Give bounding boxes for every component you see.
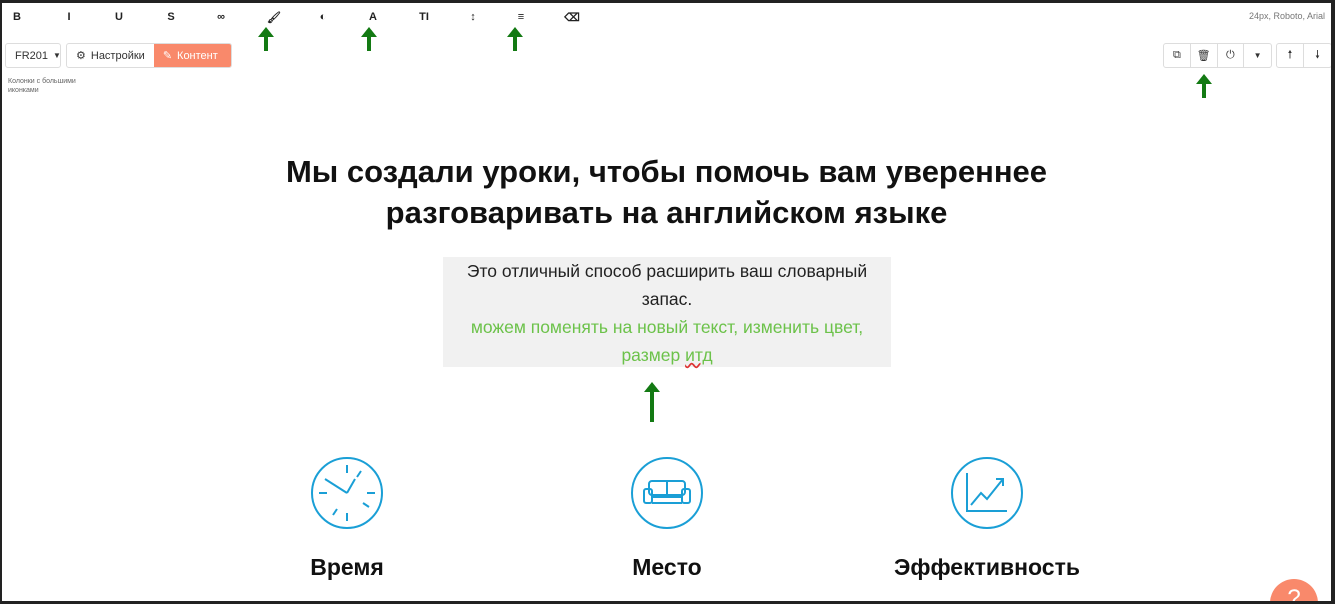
editable-text-block[interactable]: Это отличный способ расширить ваш словар…	[443, 257, 891, 367]
font-color-button[interactable]: A	[363, 11, 383, 23]
green-text-line: можем поменять на новый текст, изменить …	[470, 317, 864, 337]
link-icon: ∞	[217, 11, 225, 23]
caret-down-icon: ▼	[53, 51, 61, 60]
font-color-icon: A	[369, 11, 377, 23]
arrow-up-icon: 🠕	[1287, 49, 1293, 61]
feature-title: Эффективность	[894, 554, 1080, 580]
settings-button[interactable]: ⚙ Настройки	[67, 44, 154, 67]
move-down-button[interactable]: 🠗	[1304, 44, 1331, 67]
italic-button[interactable]: I	[59, 11, 79, 23]
annotation-arrow-icon	[1196, 74, 1212, 98]
annotation-arrow-icon	[258, 27, 274, 51]
contrast-icon: ◐	[319, 11, 327, 23]
strikethrough-button[interactable]: S	[161, 11, 181, 23]
toggle-button[interactable]: ⏻	[1218, 44, 1245, 67]
green-text-line: размер итд	[621, 345, 713, 365]
align-button[interactable]: ≡	[511, 11, 531, 23]
page-heading: Мы создали уроки, чтобы помочь вам увере…	[285, 154, 1048, 230]
strikethrough-icon: S	[167, 11, 175, 23]
more-button[interactable]: ▼	[1244, 44, 1271, 67]
brush-button[interactable]: 🖌	[264, 11, 284, 24]
text-line: запас.	[641, 289, 693, 309]
chart-icon	[951, 457, 1023, 529]
clock-icon	[311, 457, 383, 529]
pencil-icon: ✎	[162, 50, 173, 62]
annotation-arrow-icon	[507, 27, 523, 51]
font-info: 24px, Roboto, Arial	[1248, 11, 1325, 21]
feature-column: Время	[197, 455, 497, 581]
question-icon: ?	[1287, 585, 1301, 601]
text-line: Это отличный способ расширить ваш словар…	[466, 261, 868, 281]
eraser-icon: ⌫	[564, 12, 580, 24]
bold-button[interactable]: B	[7, 11, 27, 23]
feature-title: Время	[310, 554, 384, 580]
font-size-button[interactable]: TI	[414, 11, 434, 23]
block-actions: ⧉ 🗑 ⏻ ▼	[1163, 43, 1272, 68]
align-icon: ≡	[517, 11, 525, 23]
line-height-button[interactable]: ↕	[463, 11, 483, 23]
mode-switch: ⚙ Настройки ✎ Контент	[66, 43, 232, 68]
link-button[interactable]: ∞	[211, 11, 231, 23]
feature-column: Место	[517, 455, 817, 581]
font-size-icon: TI	[419, 11, 429, 23]
power-icon: ⏻	[1226, 49, 1235, 61]
delete-button[interactable]: 🗑	[1191, 44, 1218, 67]
feature-title: Место	[632, 554, 702, 580]
help-button[interactable]: ?	[1270, 579, 1318, 601]
underline-button[interactable]: U	[109, 11, 129, 23]
brush-icon: 🖌	[267, 12, 281, 24]
annotation-arrow-icon	[361, 27, 377, 51]
editor-frame: B I U S ∞ 🖌 ◐ A TI ↕ ≡ ⌫ 24px, Roboto, Arial FR201 ▼…	[2, 3, 1331, 601]
block-select-label: FR201	[15, 49, 49, 62]
block-select[interactable]: FR201 ▼	[5, 43, 61, 68]
annotation-arrow-icon	[644, 382, 660, 422]
contrast-button[interactable]: ◐	[313, 11, 333, 23]
trash-icon: 🗑	[1196, 50, 1211, 62]
underline-icon: U	[115, 11, 123, 23]
content-button[interactable]: ✎ Контент	[153, 44, 231, 67]
arrow-down-icon: 🠗	[1315, 49, 1320, 61]
bold-icon: B	[13, 11, 21, 23]
copy-icon: ⧉	[1172, 49, 1181, 61]
move-up-button[interactable]: 🠕	[1277, 44, 1304, 67]
italic-icon: I	[67, 11, 71, 23]
sofa-icon	[631, 457, 703, 529]
caret-down-icon: ▼	[1253, 51, 1262, 60]
move-actions: 🠕 🠗	[1276, 43, 1331, 68]
gear-icon: ⚙	[76, 50, 86, 62]
copy-button[interactable]: ⧉	[1164, 44, 1191, 67]
eraser-button[interactable]: ⌫	[562, 11, 582, 24]
block-label: Колонки с большими иконками	[8, 78, 76, 94]
line-height-icon: ↕	[470, 11, 476, 23]
content-label: Контент	[177, 49, 218, 62]
settings-label: Настройки	[90, 49, 145, 62]
feature-column: Эффективность	[837, 455, 1137, 581]
